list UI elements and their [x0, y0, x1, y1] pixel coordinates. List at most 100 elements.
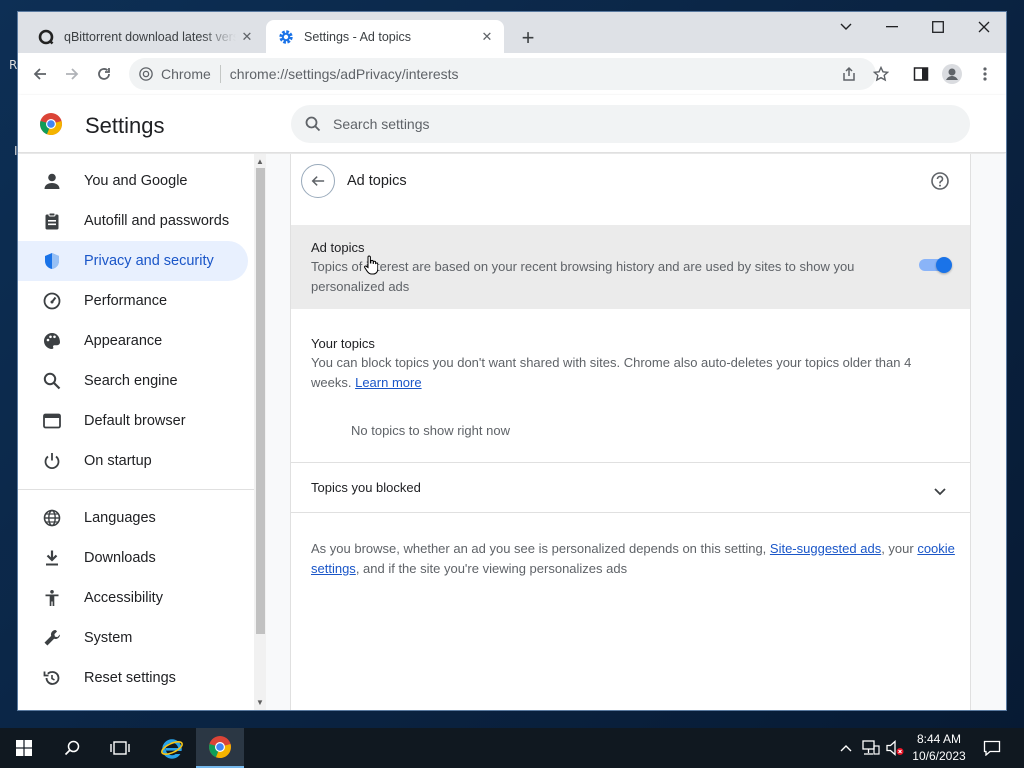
forward-arrow-icon[interactable]	[60, 62, 84, 86]
sidebar-item-label: Default browser	[84, 413, 186, 429]
sidebar-item-system[interactable]: System	[18, 618, 248, 658]
reload-icon[interactable]	[92, 62, 116, 86]
settings-gear-favicon-icon	[278, 29, 294, 45]
reset-icon	[42, 668, 62, 688]
footer-text: , and if the site you're viewing persona…	[355, 561, 628, 576]
volume-muted-icon[interactable]	[884, 728, 906, 768]
side-panel-icon[interactable]	[909, 62, 933, 86]
help-icon[interactable]	[929, 170, 951, 192]
chevron-down-icon	[934, 483, 946, 501]
sidebar-item-performance[interactable]: Performance	[18, 281, 248, 321]
sidebar-item-default-browser[interactable]: Default browser	[18, 401, 248, 441]
tray-chevron-up-icon[interactable]	[836, 728, 856, 768]
tab-close-icon[interactable]: ✕	[236, 26, 258, 48]
sidebar-item-you-and-google[interactable]: You and Google	[18, 161, 248, 201]
sidebar-item-label: System	[84, 630, 133, 646]
tab-close-icon[interactable]: ✕	[476, 26, 498, 48]
shield-icon	[42, 251, 62, 271]
sidebar-item-privacy-and-security[interactable]: Privacy and security	[18, 241, 248, 281]
ad-topics-description: Topics of interest are based on your rec…	[311, 259, 855, 294]
clock-date: 10/6/2023	[912, 749, 966, 763]
sidebar-item-reset-settings[interactable]: Reset settings	[18, 658, 248, 698]
windows-start-icon[interactable]	[0, 728, 48, 768]
chrome-taskbar-icon[interactable]	[196, 728, 244, 768]
sidebar-item-on-startup[interactable]: On startup	[18, 441, 248, 481]
sidebar-scrollbar-thumb[interactable]	[256, 168, 265, 634]
sidebar-divider	[18, 489, 254, 490]
taskbar-clock[interactable]: 8:44 AM 10/6/2023	[904, 731, 974, 765]
sidebar-item-label: On startup	[84, 453, 152, 469]
clock-time: 8:44 AM	[916, 732, 962, 746]
profile-avatar-icon[interactable]	[940, 62, 964, 86]
task-view-icon[interactable]	[96, 728, 144, 768]
tab-title: Settings - Ad topics	[304, 29, 412, 44]
close-window-icon[interactable]	[961, 12, 1006, 42]
scroll-down-arrow-icon[interactable]: ▼	[254, 696, 266, 708]
network-icon[interactable]	[860, 728, 882, 768]
page-title: Ad topics	[347, 173, 407, 189]
your-topics-label: Your topics	[311, 336, 375, 351]
wrench-icon	[42, 628, 62, 648]
minimize-icon[interactable]	[869, 12, 915, 42]
clipboard-icon	[42, 211, 62, 231]
chrome-logo-icon	[39, 112, 63, 141]
address-separator	[219, 65, 221, 83]
search-input[interactable]	[333, 116, 933, 132]
sidebar-item-languages[interactable]: Languages	[18, 498, 248, 538]
back-arrow-icon[interactable]	[28, 62, 52, 86]
tab-search-chevron-icon[interactable]	[823, 12, 869, 42]
taskbar-search-icon[interactable]	[48, 728, 96, 768]
scroll-up-arrow-icon[interactable]: ▲	[254, 155, 266, 167]
browser-toolbar: Chrome chrome://settings/adPrivacy/inter…	[18, 53, 1006, 95]
sidebar-item-label: Search engine	[84, 373, 178, 389]
site-suggested-ads-link[interactable]: Site-suggested ads	[770, 541, 881, 556]
footer-note: As you browse, whether an ad you see is …	[311, 539, 961, 579]
share-icon[interactable]	[837, 62, 861, 86]
palette-icon	[42, 331, 62, 351]
sidebar-item-label: Accessibility	[84, 590, 163, 606]
maximize-icon[interactable]	[915, 12, 961, 42]
search-icon	[305, 116, 321, 132]
tab-settings-ad-topics[interactable]: Settings - Ad topics ✕	[266, 20, 504, 53]
sidebar-item-label: Privacy and security	[84, 253, 214, 269]
sidebar-item-accessibility[interactable]: Accessibility	[18, 578, 248, 618]
download-icon	[42, 548, 62, 568]
toggle-knob	[936, 257, 952, 273]
windows-taskbar: 8:44 AM 10/6/2023	[0, 728, 1024, 768]
bookmark-star-icon[interactable]	[869, 62, 893, 86]
globe-icon	[42, 508, 62, 528]
url-text[interactable]: chrome://settings/adPrivacy/interests	[230, 66, 459, 82]
ad-topics-toggle[interactable]	[919, 257, 953, 273]
topics-blocked-label: Topics you blocked	[311, 480, 421, 495]
sidebar-item-downloads[interactable]: Downloads	[18, 538, 248, 578]
menu-kebab-icon[interactable]	[973, 62, 997, 86]
new-tab-plus-icon[interactable]: +	[516, 25, 540, 50]
tab-strip: qBittorrent download latest vers ✕ Setti…	[18, 12, 1006, 53]
sidebar-item-label: Downloads	[84, 550, 156, 566]
browser-window: qBittorrent download latest vers ✕ Setti…	[17, 11, 1007, 711]
internet-explorer-icon[interactable]	[148, 728, 196, 768]
sidebar-item-label: Performance	[84, 293, 168, 309]
chrome-logo-small-icon	[139, 67, 153, 81]
tab-qbittorrent[interactable]: qBittorrent download latest vers ✕	[26, 20, 264, 53]
ad-topics-label: Ad topics	[311, 240, 365, 255]
topics-you-blocked-row[interactable]: Topics you blocked	[291, 463, 970, 513]
learn-more-link[interactable]: Learn more	[355, 375, 421, 390]
settings-header: Settings	[18, 95, 1006, 153]
sidebar-item-search-engine[interactable]: Search engine	[18, 361, 248, 401]
power-icon	[42, 451, 62, 471]
search-settings-box[interactable]	[291, 105, 970, 143]
accessibility-icon	[42, 588, 62, 608]
sidebar-item-appearance[interactable]: Appearance	[18, 321, 248, 361]
back-button[interactable]	[301, 164, 335, 198]
footer-text: , your	[881, 541, 918, 556]
search-icon	[42, 371, 62, 391]
settings-sidebar: You and Google Autofill and passwords Pr…	[18, 154, 254, 710]
section-divider	[291, 512, 970, 513]
qbittorrent-favicon-icon	[38, 29, 54, 45]
notification-center-icon[interactable]	[978, 728, 1006, 768]
site-chip-label: Chrome	[161, 66, 211, 82]
address-bar[interactable]: Chrome chrome://settings/adPrivacy/inter…	[129, 58, 876, 90]
ad-topics-toggle-row[interactable]: Ad topics Topics of interest are based o…	[291, 225, 970, 309]
sidebar-item-autofill[interactable]: Autofill and passwords	[18, 201, 248, 241]
